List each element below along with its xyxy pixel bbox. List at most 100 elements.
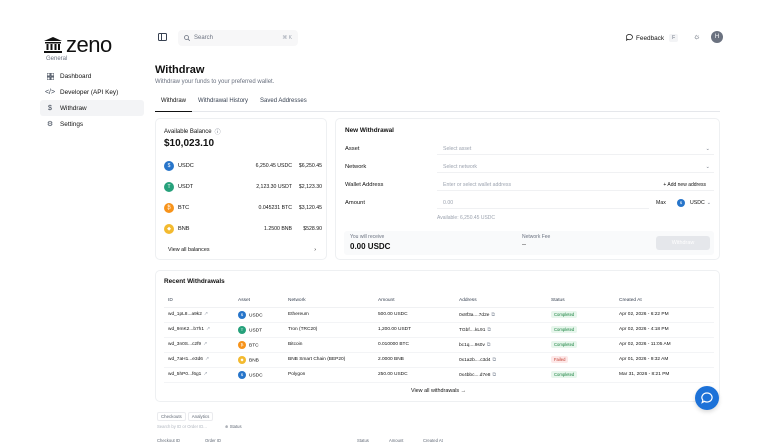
table-header-row: ID Asset Network Amount Address Status C… (164, 295, 714, 308)
view-all-balances-link[interactable]: View all balances › (162, 244, 322, 256)
usdc-icon: $ (238, 310, 246, 319)
created-cell: Apr 02, 2026 - 6:22 PM (615, 307, 714, 323)
column-header-status[interactable]: Status (357, 438, 369, 443)
withdrawal-id[interactable]: wd_3n0S...c2f9 ↗ (164, 337, 234, 353)
bank-icon (44, 37, 62, 53)
column-header-network[interactable]: Network (284, 295, 374, 308)
feedback-button[interactable]: Feedback F (622, 30, 684, 46)
sidebar-toggle-icon[interactable] (158, 33, 167, 41)
status-filter-button[interactable]: ⊕ Status (225, 424, 242, 429)
asset-row-usdt[interactable]: T USDT 2,123.30 USDT $2,123.30 (164, 180, 324, 194)
avatar[interactable]: H (711, 31, 723, 43)
new-withdrawal-title: New Withdrawal (345, 127, 394, 134)
column-header-id[interactable]: ID (164, 295, 234, 308)
add-new-address-link[interactable]: + Add new address (663, 182, 706, 188)
column-header-address[interactable]: Address (455, 295, 547, 308)
page-tabs: Withdraw Withdrawal History Saved Addres… (155, 96, 720, 112)
column-header-status[interactable]: Status (547, 295, 615, 308)
asset-select[interactable]: Select asset ⌄ (437, 143, 714, 155)
table-row[interactable]: wd_3n0S...c2f9 ↗ ₿ BTC Bitcoin 0.010000 BT… (164, 337, 714, 353)
table-row[interactable]: wd_7aH1...e3d6 ↗ ◆ BNB BNB Smart Chain (BE… (164, 352, 714, 368)
tab-checkouts[interactable]: Checkouts (157, 412, 186, 421)
network-fee-label: Network Fee (522, 234, 551, 240)
asset-amount: 2,123.30 USDT (256, 184, 292, 190)
asset-row-usdc[interactable]: $ USDC 6,250.45 USDC $6,250.45 (164, 159, 324, 173)
id-text: wd_1pL8...a9k2 (168, 312, 202, 317)
status-badge: Failed (551, 356, 569, 363)
address-cell: 0x8f3a....7d2e ⧉ (455, 307, 547, 323)
info-icon[interactable]: ⓘ (215, 127, 221, 136)
address-text: TGbf....kL91 (459, 327, 486, 333)
asset-cell: ₿ BTC (234, 337, 284, 353)
usdt-icon: T (164, 182, 174, 192)
withdrawal-id[interactable]: wd_9mK2...b7h1 ↗ (164, 322, 234, 338)
withdrawal-id[interactable]: wd_5hP0...f6g1 ↗ (164, 367, 234, 383)
withdrawal-id[interactable]: wd_1pL8...a9k2 ↗ (164, 307, 234, 323)
external-link-icon[interactable]: ↗ (203, 342, 207, 347)
external-link-icon[interactable]: ↗ (204, 312, 208, 317)
column-header-checkout-id[interactable]: Checkout ID (157, 438, 180, 443)
search-placeholder: Search (194, 35, 214, 41)
address-cell: 0x1a2b....c3d4 ⧉ (455, 352, 547, 368)
amount-cell: 2.0000 BNB (374, 352, 455, 368)
asset-cell: T USDT (234, 322, 284, 338)
column-header-created[interactable]: Created At (615, 295, 714, 308)
sidebar-item-dashboard[interactable]: Dashboard (40, 68, 144, 84)
withdrawal-id[interactable]: wd_7aH1...e3d6 ↗ (164, 352, 234, 368)
sidebar-item-settings[interactable]: ⚙ Settings (40, 116, 144, 132)
copy-icon[interactable]: ⧉ (487, 343, 490, 348)
external-link-icon[interactable]: ↗ (206, 327, 210, 332)
network-cell: Ethereum (284, 307, 374, 323)
table-row[interactable]: wd_1pL8...a9k2 ↗ $ USDC Ethereum 500.00 US… (164, 307, 714, 323)
address-text: bc1q....9s0v (459, 342, 485, 348)
brand-logo[interactable]: zeno (44, 32, 112, 58)
column-header-created[interactable]: Created At (423, 438, 443, 443)
column-header-amount[interactable]: Amount (374, 295, 455, 308)
id-text: wd_3n0S...c2f9 (168, 342, 202, 347)
feedback-label: Feedback (636, 34, 665, 42)
amount-cell: 1,200.00 USDT (374, 322, 455, 338)
recent-withdrawals-title: Recent Withdrawals (164, 278, 225, 285)
asset-usd: $528.90 (303, 226, 322, 232)
currency-select[interactable]: $ USDC ⌄ (677, 199, 711, 207)
new-withdrawal-card: New Withdrawal Asset Select asset ⌄ Netw… (335, 118, 720, 260)
asset-cell: ◆ BNB (234, 352, 284, 368)
sidebar-item-developer[interactable]: </> Developer (API Key) (40, 84, 144, 100)
tab-saved-addresses[interactable]: Saved Addresses (254, 96, 313, 112)
asset-symbol: USDT (178, 184, 194, 190)
copy-icon[interactable]: ⧉ (492, 373, 495, 378)
search-input[interactable]: Search ⌘ K (178, 30, 298, 46)
asset-symbol: BNB (178, 226, 190, 232)
column-header-order-id[interactable]: Order ID (205, 438, 221, 443)
withdraw-button[interactable]: Withdraw (656, 236, 710, 250)
tab-withdrawal-history[interactable]: Withdrawal History (192, 96, 254, 112)
tab-withdraw[interactable]: Withdraw (155, 96, 193, 112)
btc-icon: ₿ (238, 340, 246, 349)
external-link-icon[interactable]: ↗ (203, 372, 207, 377)
chat-support-button[interactable] (695, 386, 719, 410)
copy-icon[interactable]: ⧉ (491, 313, 494, 318)
network-select[interactable]: Select network ⌄ (437, 161, 714, 173)
sidebar-item-withdraw[interactable]: $ Withdraw (40, 100, 144, 116)
wallet-address-input[interactable]: Enter or select wallet address + Add new… (437, 179, 714, 191)
tab-analytics[interactable]: Analytics (187, 412, 214, 421)
table-row[interactable]: wd_5hP0...f6g1 ↗ $ USDC Polygon 250.00 USD… (164, 367, 714, 383)
external-link-icon[interactable]: ↗ (205, 357, 209, 362)
column-header-asset[interactable]: Asset (234, 295, 284, 308)
id-text: wd_7aH1...e3d6 (168, 357, 203, 362)
copy-icon[interactable]: ⧉ (492, 358, 495, 363)
view-all-withdrawals-link[interactable]: View all withdrawals → (156, 388, 721, 394)
sidebar: zeno General Dashboard </> Developer (AP… (0, 0, 148, 445)
checkout-search-input[interactable]: Search by ID or Order ID... (157, 424, 207, 429)
asset-row-btc[interactable]: ₿ BTC 0.045231 BTC $3,120.45 (164, 201, 324, 215)
max-button[interactable]: Max (656, 200, 666, 206)
amount-cell: 0.010000 BTC (374, 337, 455, 353)
copy-icon[interactable]: ⧉ (487, 328, 490, 333)
sun-icon[interactable]: ☼ (693, 32, 700, 41)
table-row[interactable]: wd_9mK2...b7h1 ↗ T USDT Tron (TRC20) 1,200… (164, 322, 714, 338)
page-title: Withdraw (155, 64, 205, 76)
column-header-amount[interactable]: Amount (389, 438, 403, 443)
amount-input[interactable]: 0.00 (437, 197, 649, 209)
asset-row-bnb[interactable]: ◆ BNB 1.2500 BNB $528.90 (164, 222, 324, 236)
asset-label: Asset (345, 146, 360, 152)
